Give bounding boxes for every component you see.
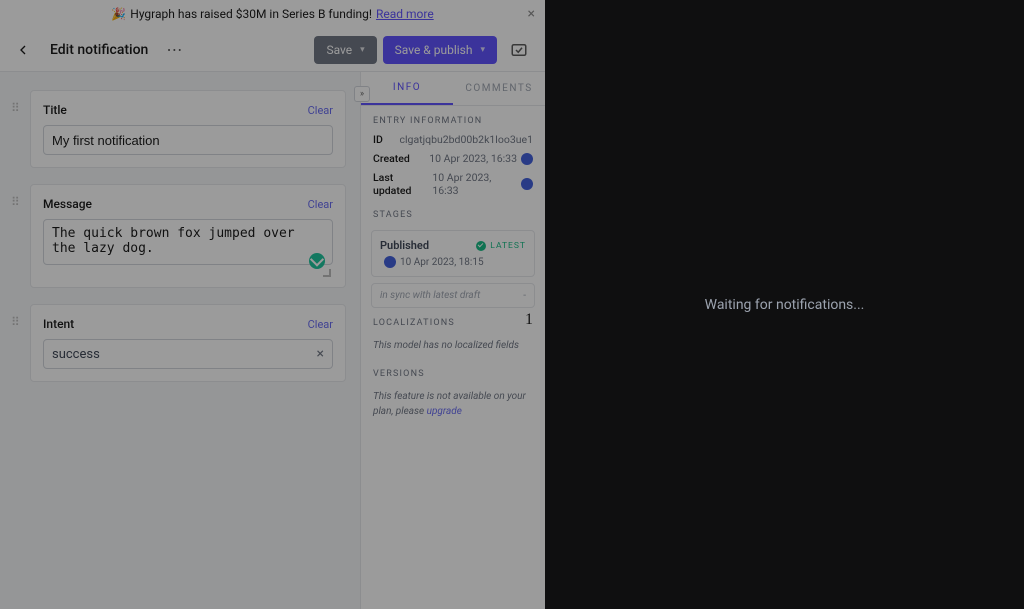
id-value: clgatjqbu2bd00b2k1loo3ue1 xyxy=(400,133,534,146)
stage-date: 10 Apr 2023, 18:15 xyxy=(400,257,484,268)
created-label: Created xyxy=(373,152,410,165)
avatar-icon xyxy=(384,256,396,268)
localizations-note: This model has no localized fields xyxy=(361,332,545,359)
waiting-text: Waiting for notifications... xyxy=(705,297,865,313)
sync-text: in sync with latest draft xyxy=(380,290,480,301)
title-label: Title xyxy=(43,103,67,117)
published-stage-card: Published LATEST 10 Apr 2023, 18:15 xyxy=(371,230,535,277)
sync-status: in sync with latest draft - xyxy=(371,283,535,308)
upgrade-link[interactable]: upgrade xyxy=(427,406,462,417)
page-title: Edit notification xyxy=(50,42,148,58)
latest-badge: LATEST xyxy=(490,241,526,251)
announcement-link[interactable]: Read more xyxy=(376,7,434,21)
stage-name: Published xyxy=(380,239,429,252)
intent-select[interactable]: success × xyxy=(43,339,333,369)
title-clear[interactable]: Clear xyxy=(308,104,333,117)
grammarly-icon[interactable] xyxy=(309,253,325,269)
editor-body: » ⠿ Title Clear ⠿ Message Clear The quic… xyxy=(0,72,545,609)
message-field: ⠿ Message Clear The quick brown fox jump… xyxy=(30,184,346,288)
drag-handle-icon[interactable]: ⠿ xyxy=(11,101,25,115)
avatar-icon xyxy=(521,178,533,190)
drag-handle-icon[interactable]: ⠿ xyxy=(11,195,25,209)
more-menu-icon[interactable]: ⋯ xyxy=(162,38,186,62)
message-label: Message xyxy=(43,197,92,211)
notification-panel: Waiting for notifications... xyxy=(545,0,1024,609)
chevron-down-icon: ▾ xyxy=(480,45,485,55)
stages-heading: STAGES xyxy=(361,200,545,224)
title-field: ⠿ Title Clear xyxy=(30,90,346,168)
versions-note: This feature is not available on your pl… xyxy=(361,383,545,425)
id-label: ID xyxy=(373,133,383,146)
clear-select-icon[interactable]: × xyxy=(317,346,324,362)
updated-value: 10 Apr 2023, 16:33 xyxy=(432,171,517,197)
entry-info-heading: ENTRY INFORMATION xyxy=(361,106,545,130)
save-button[interactable]: Save ▾ xyxy=(314,36,376,64)
sidebar-tabs: INFO COMMENTS xyxy=(361,72,545,106)
updated-label: Last updated xyxy=(373,171,432,197)
announcement-text: Hygraph has raised $30M in Series B fund… xyxy=(130,7,372,21)
created-value: 10 Apr 2023, 16:33 xyxy=(429,152,517,165)
versions-heading: VERSIONS xyxy=(361,359,545,383)
editor-pane: Edit notification ⋯ Save ▾ Save & publis… xyxy=(0,28,545,609)
party-emoji: 🎉 xyxy=(111,7,126,21)
announcement-bar: 🎉 Hygraph has raised $30M in Series B fu… xyxy=(0,0,545,28)
tab-comments[interactable]: COMMENTS xyxy=(453,72,545,105)
form-column: » ⠿ Title Clear ⠿ Message Clear The quic… xyxy=(0,72,360,609)
save-publish-button-label: Save & publish xyxy=(395,43,473,57)
drag-handle-icon[interactable]: ⠿ xyxy=(11,315,25,329)
intent-value: success xyxy=(52,347,100,362)
check-icon xyxy=(476,241,486,251)
chevron-down-icon: ▾ xyxy=(360,45,365,55)
sync-dash: - xyxy=(523,290,526,301)
localizations-count: 1 xyxy=(525,311,533,329)
collapse-sidebar-icon[interactable]: » xyxy=(354,86,370,102)
info-sidebar: INFO COMMENTS ENTRY INFORMATION ID clgatj… xyxy=(360,72,545,609)
message-textarea[interactable]: The quick brown fox jumped over the lazy… xyxy=(43,219,333,265)
editor-header: Edit notification ⋯ Save ▾ Save & publis… xyxy=(0,28,545,72)
tab-info[interactable]: INFO xyxy=(361,72,453,105)
localizations-heading: LOCALIZATIONS xyxy=(373,308,467,332)
avatar-icon xyxy=(521,153,533,165)
preview-icon[interactable] xyxy=(507,38,531,62)
back-arrow-icon[interactable] xyxy=(14,41,32,59)
announcement-close-icon[interactable]: × xyxy=(528,6,535,22)
save-button-label: Save xyxy=(326,43,352,57)
title-input[interactable] xyxy=(43,125,333,155)
message-clear[interactable]: Clear xyxy=(308,198,333,211)
resize-handle-icon[interactable] xyxy=(323,269,331,277)
intent-label: Intent xyxy=(43,317,74,331)
intent-field: ⠿ Intent Clear success × xyxy=(30,304,346,382)
intent-clear[interactable]: Clear xyxy=(308,318,333,331)
save-publish-button[interactable]: Save & publish ▾ xyxy=(383,36,497,64)
